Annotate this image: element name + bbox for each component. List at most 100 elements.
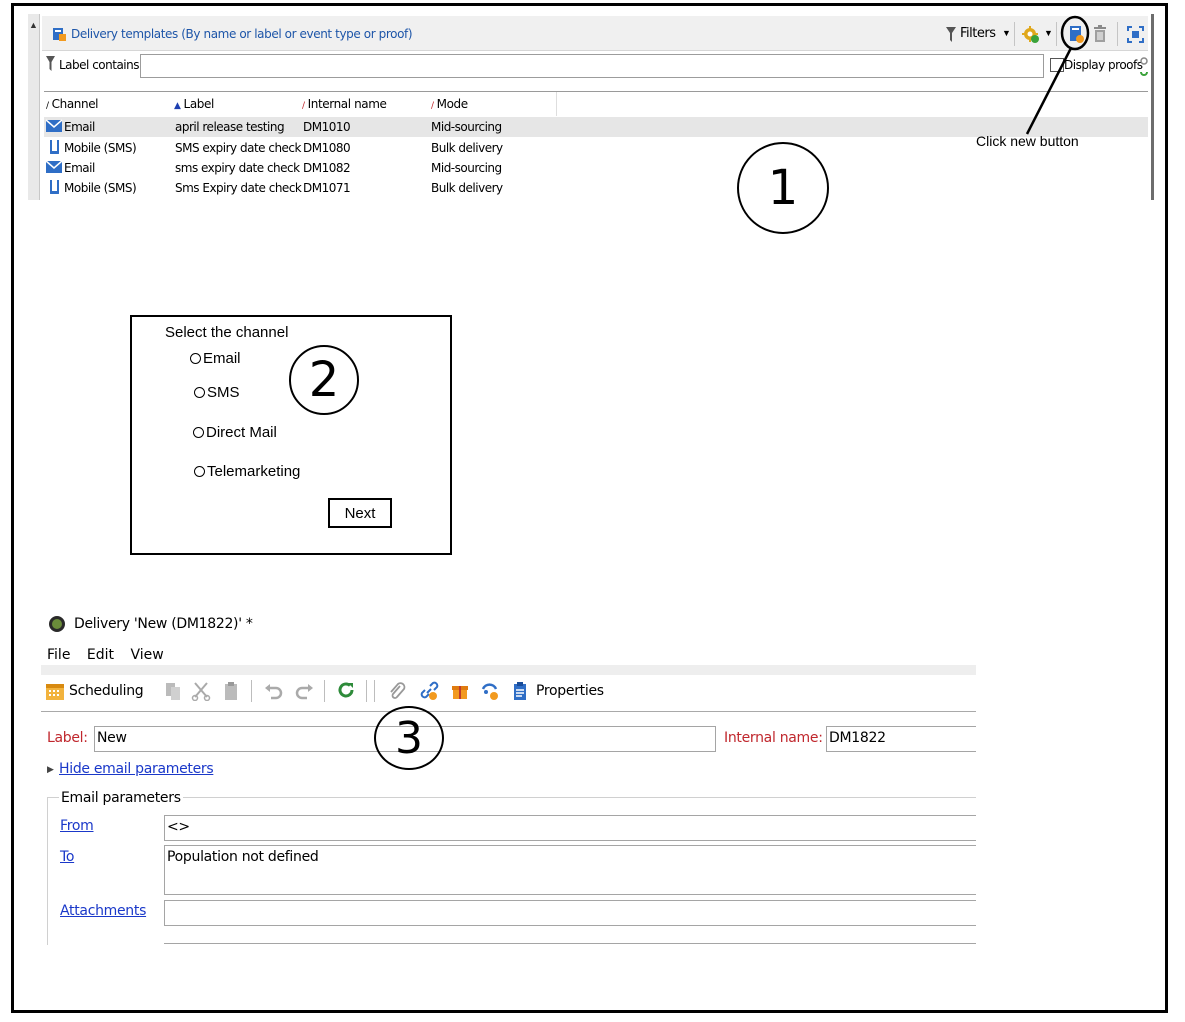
cell-channel: Mobile (SMS) xyxy=(64,181,137,195)
sort-icon: ∕ xyxy=(46,101,49,111)
toolbar-border xyxy=(41,711,976,712)
radio-telemarketing[interactable] xyxy=(194,466,205,477)
column-header-label[interactable]: ▲ Label xyxy=(174,97,214,111)
toolbar-separator xyxy=(251,680,252,702)
column-header-mode[interactable]: ∕ Mode xyxy=(431,97,468,111)
cell-channel: Email xyxy=(64,161,95,175)
filters-button[interactable]: Filters xyxy=(960,26,996,41)
collapse-triangle-icon[interactable]: ▶ xyxy=(47,764,54,775)
toolbar-strip xyxy=(41,665,976,675)
to-input[interactable]: Population not defined xyxy=(164,845,976,895)
mobile-icon xyxy=(50,180,59,194)
option-direct-mail[interactable]: Direct Mail xyxy=(193,424,277,441)
clipboard-icon[interactable] xyxy=(510,681,530,701)
cut-icon[interactable] xyxy=(191,681,211,701)
menu-bar: File Edit View xyxy=(47,647,176,663)
radio-direct-mail[interactable] xyxy=(193,427,204,438)
vertical-scrollbar[interactable] xyxy=(1151,14,1154,200)
menu-view[interactable]: View xyxy=(130,647,163,663)
radio-sms[interactable] xyxy=(194,387,205,398)
step-3-badge: 3 xyxy=(374,706,444,770)
toolbar-separator xyxy=(324,680,325,702)
callout-arrow xyxy=(1025,15,1090,135)
cell-mode: Bulk delivery xyxy=(431,181,503,195)
funnel-icon xyxy=(46,56,55,71)
templates-header: Delivery templates (By name or label or … xyxy=(42,16,1148,51)
group-border-left xyxy=(47,797,48,945)
cell-mode: Mid-sourcing xyxy=(431,161,502,175)
from-input[interactable]: <> xyxy=(164,815,976,841)
cell-mode: Mid-sourcing xyxy=(431,120,502,134)
group-border-top xyxy=(47,797,976,798)
attachments-input[interactable] xyxy=(164,900,976,926)
hide-email-parameters-link[interactable]: Hide email parameters xyxy=(59,761,214,777)
sort-icon: ∕ xyxy=(431,101,434,111)
cell-label: SMS expiry date check xyxy=(175,141,301,155)
menu-edit[interactable]: Edit xyxy=(87,647,114,663)
delivery-template-icon xyxy=(53,28,66,41)
attachments-link[interactable]: Attachments xyxy=(60,903,146,919)
cell-label: sms expiry date check xyxy=(175,161,300,175)
option-telemarketing[interactable]: Telemarketing xyxy=(194,463,300,480)
label-caption: Label: xyxy=(47,730,88,746)
column-header-internal-name[interactable]: ∕ Internal name xyxy=(302,97,387,111)
email-icon xyxy=(46,160,62,173)
calendar-icon[interactable] xyxy=(45,681,65,701)
link-icon[interactable] xyxy=(419,681,439,701)
email-parameters-title: Email parameters xyxy=(59,790,183,806)
paperclip-icon[interactable] xyxy=(387,681,407,701)
templates-panel: ▲ Delivery templates (By name or label o… xyxy=(28,14,1156,200)
copy-icon[interactable] xyxy=(163,681,183,701)
mobile-icon xyxy=(50,140,59,154)
toolbar-separator xyxy=(366,680,367,702)
properties-button[interactable]: Properties xyxy=(536,683,604,699)
cell-mode: Bulk delivery xyxy=(431,141,503,155)
undo-icon[interactable] xyxy=(263,681,283,701)
table-row[interactable]: Mobile (SMS) Sms Expiry date check DM107… xyxy=(44,178,1148,198)
email-icon xyxy=(46,119,62,132)
internal-name-caption: Internal name: xyxy=(724,730,823,746)
scheduling-button[interactable]: Scheduling xyxy=(69,683,144,699)
tracking-icon[interactable] xyxy=(480,681,500,701)
label-contains-caption: Label contains: xyxy=(59,58,143,72)
table-row[interactable]: Email sms expiry date check DM1082 Mid-s… xyxy=(44,158,1148,178)
cell-internal-name: DM1071 xyxy=(303,181,351,195)
filters-dropdown-icon[interactable]: ▼ xyxy=(1002,28,1011,38)
delivery-toolbar: Scheduling Properties xyxy=(41,677,976,707)
label-contains-input[interactable] xyxy=(140,54,1044,78)
paste-icon[interactable] xyxy=(221,681,241,701)
toolbar-separator xyxy=(374,680,375,702)
delete-icon[interactable] xyxy=(1093,25,1107,43)
refresh-icon[interactable] xyxy=(336,681,356,701)
sort-icon: ∕ xyxy=(302,101,305,111)
channel-dialog: Select the channel Email SMS Direct Mail… xyxy=(130,315,452,555)
templates-title: Delivery templates (By name or label or … xyxy=(71,27,413,41)
funnel-icon[interactable] xyxy=(946,27,956,42)
expand-icon[interactable] xyxy=(1127,26,1144,43)
radio-email[interactable] xyxy=(190,353,201,364)
gift-icon[interactable] xyxy=(450,681,470,701)
collapse-caret-icon[interactable]: ▲ xyxy=(29,20,38,30)
internal-name-input[interactable]: DM1822 xyxy=(826,726,976,752)
option-email[interactable]: Email xyxy=(190,350,241,367)
callout-click-new: Click new button xyxy=(976,133,1079,149)
redo-icon[interactable] xyxy=(295,681,315,701)
toolbar-separator xyxy=(1117,22,1118,46)
channel-dialog-title: Select the channel xyxy=(165,324,289,341)
label-filter-row: Label contains: Display proofs xyxy=(42,52,1148,82)
cell-internal-name: DM1082 xyxy=(303,161,351,175)
cell-label: Sms Expiry date check xyxy=(175,181,302,195)
cell-channel: Mobile (SMS) xyxy=(64,141,137,155)
refresh-icon[interactable] xyxy=(1139,55,1149,79)
option-sms[interactable]: SMS xyxy=(194,384,240,401)
to-link[interactable]: To xyxy=(60,849,74,865)
step-1-badge: 1 xyxy=(737,142,829,234)
next-button[interactable]: Next xyxy=(328,498,392,528)
from-link[interactable]: From xyxy=(60,818,94,834)
column-header-channel[interactable]: ∕ Channel xyxy=(46,97,99,111)
collapse-bar[interactable]: ▲ xyxy=(28,14,40,200)
cell-internal-name: DM1010 xyxy=(303,120,351,134)
cell-label: april release testing xyxy=(175,120,285,134)
menu-file[interactable]: File xyxy=(47,647,70,663)
delivery-icon xyxy=(49,616,65,632)
